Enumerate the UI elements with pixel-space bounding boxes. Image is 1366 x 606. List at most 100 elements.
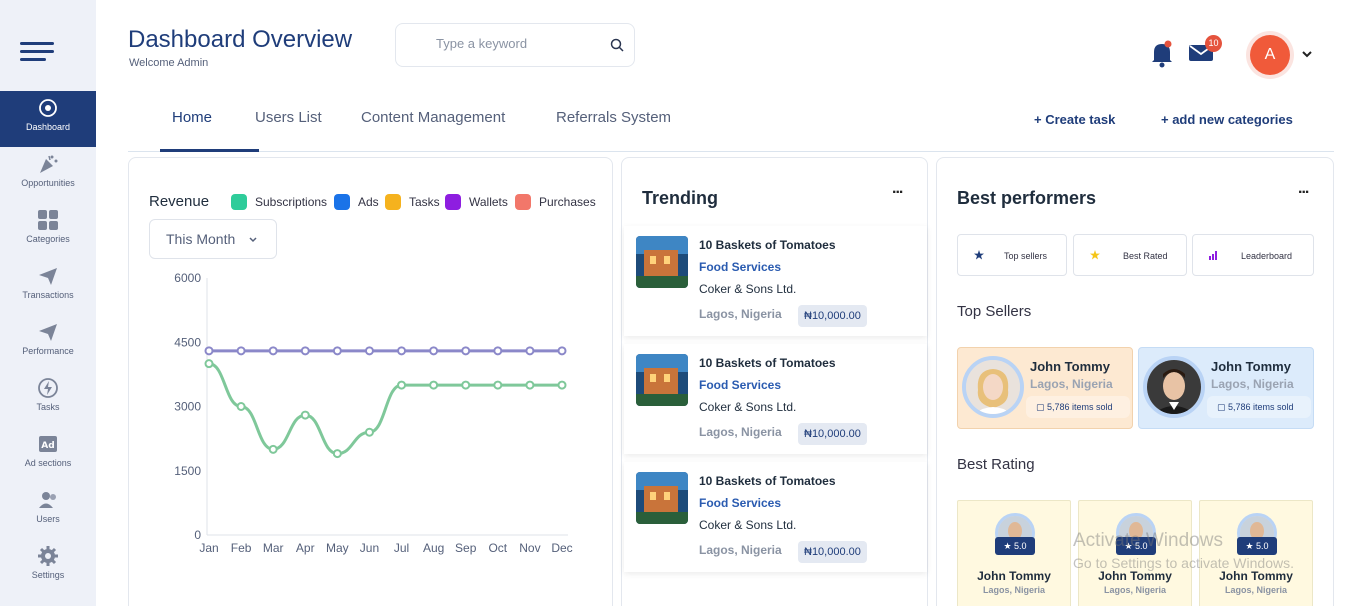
period-select-value: This Month xyxy=(166,231,236,247)
x-tick-label: Oct xyxy=(488,541,507,555)
best-performers-title: Best performers xyxy=(957,188,1097,208)
rated-user-location: Lagos, Nigeria xyxy=(1224,585,1287,595)
price-badge: ₦10,000.00 xyxy=(798,541,867,563)
sidebar-item-label: Settings xyxy=(31,570,65,580)
legend-item[interactable]: Wallets xyxy=(445,194,508,210)
avatar[interactable]: A xyxy=(1246,31,1294,79)
sidebar-item-label: Users xyxy=(36,514,60,524)
data-point xyxy=(204,359,214,369)
price-badge: ₦10,000.00 xyxy=(798,423,867,445)
sidebar-item-label: Opportunities xyxy=(21,178,75,188)
more-options-icon[interactable]: ... xyxy=(1298,180,1309,198)
gear-icon xyxy=(38,546,58,566)
hamburger-menu-icon[interactable] xyxy=(20,42,54,62)
legend-item[interactable]: Subscriptions xyxy=(231,194,327,210)
sidebar-item-tasks[interactable]: Tasks xyxy=(0,371,96,427)
sidebar-item-dashboard[interactable]: Dashboard xyxy=(0,91,96,147)
party-popper-icon xyxy=(40,155,58,173)
rated-user-name: John Tommy xyxy=(977,569,1051,583)
seller-photo xyxy=(1143,356,1205,418)
sidebar-item-ad-sections[interactable]: Ad Ad sections xyxy=(0,427,96,483)
data-point xyxy=(461,346,471,356)
product-location: Lagos, Nigeria xyxy=(699,543,782,557)
sidebar-item-categories[interactable]: Categories xyxy=(0,203,96,259)
items-sold-label: 5,786 items sold xyxy=(1228,402,1294,412)
product-category[interactable]: Food Services xyxy=(699,378,781,392)
chevron-down-icon[interactable] xyxy=(1301,48,1313,60)
data-point xyxy=(236,346,246,356)
search-box xyxy=(395,23,635,67)
more-options-icon[interactable]: ... xyxy=(892,180,903,198)
legend-item[interactable]: Tasks xyxy=(385,194,440,210)
seller-name: John Tommy xyxy=(1030,359,1110,374)
top-seller-card[interactable]: John Tommy Lagos, Nigeria ▢ 5,786 items … xyxy=(957,347,1133,429)
trending-item[interactable]: 10 Baskets of Tomatoes Food Services Coker… xyxy=(624,344,927,454)
tab-users-list[interactable]: Users List xyxy=(255,109,322,126)
sidebar-item-transactions[interactable]: Transactions xyxy=(0,259,96,315)
legend-label: Ads xyxy=(358,195,379,209)
lightning-icon xyxy=(38,378,58,398)
product-seller: Coker & Sons Ltd. xyxy=(699,518,797,532)
legend-swatch xyxy=(445,194,461,210)
tab-home[interactable]: Home xyxy=(172,109,212,126)
x-tick-label: Mar xyxy=(263,541,284,555)
data-point xyxy=(364,346,374,356)
data-point xyxy=(332,449,342,459)
seller-photo xyxy=(962,356,1024,418)
top-seller-card[interactable]: John Tommy Lagos, Nigeria ▢ 5,786 items … xyxy=(1138,347,1314,429)
legend-swatch xyxy=(515,194,531,210)
bell-icon[interactable] xyxy=(1150,40,1174,68)
star-icon xyxy=(974,250,984,260)
sidebar-item-label: Dashboard xyxy=(25,122,71,132)
product-seller: Coker & Sons Ltd. xyxy=(699,400,797,414)
tab-content-management[interactable]: Content Management xyxy=(361,109,505,126)
rated-user-location: Lagos, Nigeria xyxy=(1103,585,1166,595)
data-point xyxy=(493,380,503,390)
revenue-card: Revenue Subscriptions Ads Tasks Wallets … xyxy=(128,157,613,606)
trending-item[interactable]: 10 Baskets of Tomatoes Food Services Coker… xyxy=(624,226,927,336)
sidebar-item-performance[interactable]: Performance xyxy=(0,315,96,371)
target-icon xyxy=(39,99,57,117)
revenue-line-chart: 6000 4500 3000 1500 0Jan Feb Mar Apr May Jun Jul Au… xyxy=(174,271,572,555)
search-input[interactable] xyxy=(436,36,596,51)
rated-user-location: Lagos, Nigeria xyxy=(982,585,1045,595)
trending-item[interactable]: 10 Baskets of Tomatoes Food Services Coker… xyxy=(624,462,927,572)
ad-icon: Ad xyxy=(39,436,57,452)
legend-label: Purchases xyxy=(539,195,596,209)
product-name: 10 Baskets of Tomatoes xyxy=(699,356,836,370)
filter-leaderboard[interactable]: Leaderboard xyxy=(1192,234,1314,276)
filter-label: Leaderboard xyxy=(1241,251,1293,261)
send-icon xyxy=(39,268,57,285)
sidebar-item-users[interactable]: Users xyxy=(0,483,96,539)
bar-chart-icon xyxy=(1209,251,1217,260)
x-tick-label: Nov xyxy=(519,541,540,555)
send-icon xyxy=(39,324,57,341)
best-rating-card[interactable]: ★ 5.0 John Tommy Lagos, Nigeria xyxy=(957,500,1071,606)
sidebar-item-settings[interactable]: Settings xyxy=(0,539,96,595)
period-select[interactable]: This Month xyxy=(149,219,277,259)
product-seller: Coker & Sons Ltd. xyxy=(699,282,797,296)
page-subtitle: Welcome Admin xyxy=(129,57,209,69)
sidebar-item-label: Ad sections xyxy=(24,458,72,468)
legend-item[interactable]: Purchases xyxy=(515,194,596,210)
data-point xyxy=(204,346,214,356)
add-categories-button[interactable]: + add new categories xyxy=(1161,112,1293,127)
product-thumbnail xyxy=(636,472,688,524)
product-category[interactable]: Food Services xyxy=(699,260,781,274)
product-thumbnail xyxy=(636,354,688,406)
filter-top-sellers[interactable]: Top sellers xyxy=(957,234,1067,276)
items-sold-label: 5,786 items sold xyxy=(1047,402,1113,412)
product-category[interactable]: Food Services xyxy=(699,496,781,510)
create-task-button[interactable]: + Create task xyxy=(1034,112,1115,127)
tab-bar: Home Users List Content Management Refer… xyxy=(128,96,1334,152)
filter-best-rated[interactable]: Best Rated xyxy=(1073,234,1187,276)
tab-referrals-system[interactable]: Referrals System xyxy=(556,109,671,126)
sidebar-item-opportunities[interactable]: Opportunities xyxy=(0,147,96,203)
sidebar-item-label: Transactions xyxy=(22,290,74,300)
legend-item[interactable]: Ads xyxy=(334,194,379,210)
y-tick-label: 4500 xyxy=(174,335,201,349)
search-icon[interactable] xyxy=(610,38,624,52)
data-point xyxy=(300,346,310,356)
x-tick-label: Dec xyxy=(551,541,572,555)
rating-badge: ★ 5.0 xyxy=(995,537,1035,555)
